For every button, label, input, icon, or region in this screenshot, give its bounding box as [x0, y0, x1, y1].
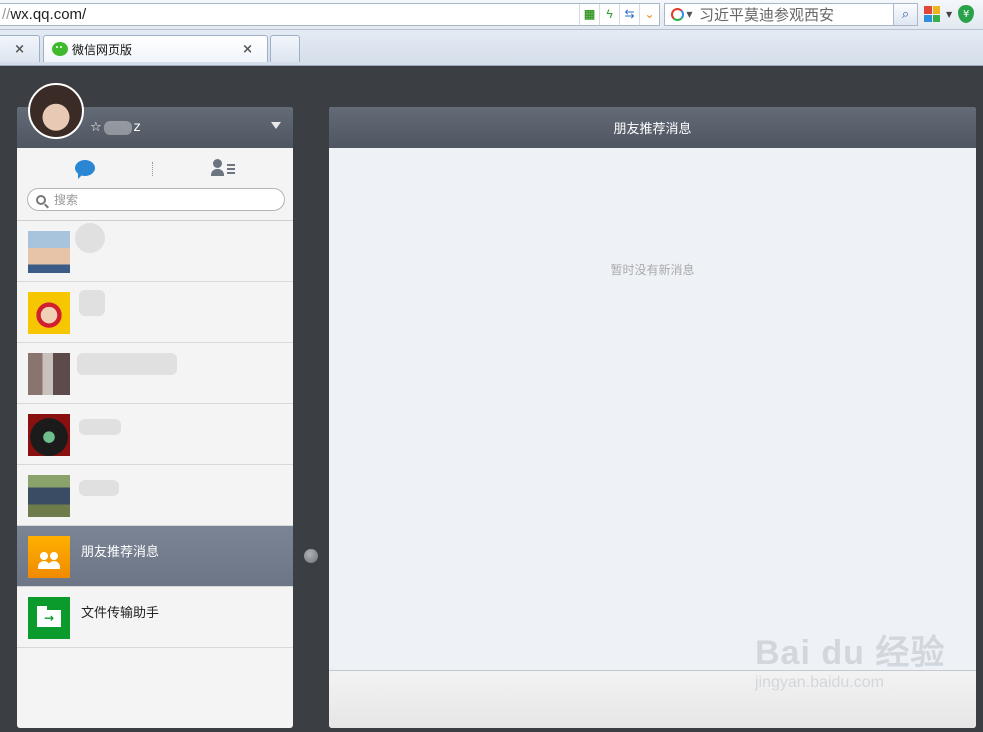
search-engine-selector[interactable]: ▼ [665, 8, 699, 21]
chat-name: 朋友推荐消息 [81, 545, 160, 560]
chat-item[interactable] [17, 221, 293, 282]
file-transfer-icon: → [28, 597, 70, 639]
lightning-icon[interactable]: ϟ [599, 4, 619, 25]
address-bar[interactable]: //wx.qq.com/ ▦ ϟ ⇆ ⌄ [0, 3, 660, 26]
avatar [28, 475, 70, 517]
url-host: wx.qq.com/ [10, 6, 87, 23]
search-box[interactable]: ▼ 习近平莫迪参观西安 ⌕ [664, 3, 918, 26]
avatar [28, 231, 70, 273]
empty-state-text: 暂时没有新消息 [610, 263, 695, 277]
security-shield-icon[interactable]: ¥ [958, 5, 975, 23]
browser-toolbar: //wx.qq.com/ ▦ ϟ ⇆ ⌄ ▼ 习近平莫迪参观西安 ⌕ ▼ ¥ [0, 0, 983, 30]
caret-down-icon[interactable]: ▼ [946, 10, 952, 19]
tab-bar: × 微信网页版 × [0, 30, 983, 66]
conversation-footer [329, 670, 976, 728]
chat-item[interactable] [17, 343, 293, 404]
search-icon [36, 194, 46, 205]
chat-item[interactable] [17, 404, 293, 465]
chats-tab-icon[interactable] [75, 160, 95, 179]
collapse-handle[interactable] [304, 549, 318, 563]
chat-item[interactable] [17, 465, 293, 526]
tab-wechat[interactable]: 微信网页版 × [43, 35, 268, 62]
wechat-web-page: ☆ z 搜索 朋友推荐消息 → 文件传输助手 朋友推荐消息 暂时没有新消息 [0, 67, 983, 732]
profile-name: ☆ z [90, 120, 141, 135]
tab-previous[interactable]: × [0, 35, 40, 62]
conversation-panel: 朋友推荐消息 暂时没有新消息 [329, 107, 976, 728]
menu-caret-icon[interactable] [271, 122, 281, 129]
wechat-icon [52, 42, 68, 56]
search-engine-icon [671, 8, 685, 21]
redacted-name [79, 419, 121, 435]
friends-icon [28, 536, 70, 578]
avatar [28, 353, 70, 395]
chat-item-friend-recommendations[interactable]: 朋友推荐消息 [17, 526, 293, 587]
chevron-down-icon[interactable]: ⌄ [639, 4, 659, 25]
contacts-tab-icon[interactable] [211, 159, 235, 177]
compat-mode-icon[interactable]: ⇆ [619, 4, 639, 25]
contact-search[interactable] [27, 188, 285, 211]
profile-avatar[interactable] [28, 83, 84, 139]
search-button[interactable]: ⌕ [893, 4, 917, 25]
redacted-name [79, 480, 119, 496]
chat-name: 文件传输助手 [81, 606, 160, 621]
redacted-name [75, 223, 105, 253]
panel-switcher [17, 148, 293, 188]
search-input[interactable] [54, 192, 254, 207]
new-tab-button[interactable] [270, 35, 300, 62]
redacted-name [79, 290, 105, 316]
tab-title: 微信网页版 [72, 42, 133, 57]
chat-item[interactable] [17, 282, 293, 343]
sidebar: ☆ z 搜索 朋友推荐消息 → 文件传输助手 [17, 107, 293, 728]
chat-list: 朋友推荐消息 → 文件传输助手 [17, 220, 293, 648]
redacted-name [77, 353, 177, 375]
apps-grid-icon[interactable] [924, 6, 940, 22]
caret-down-icon: ▼ [686, 10, 693, 19]
avatar [28, 414, 70, 456]
conversation-title: 朋友推荐消息 [329, 107, 976, 148]
divider [152, 162, 153, 176]
qr-code-icon[interactable]: ▦ [579, 4, 599, 25]
avatar [28, 292, 70, 334]
close-icon[interactable]: × [14, 42, 25, 57]
close-icon[interactable]: × [242, 42, 253, 57]
search-text[interactable]: 习近平莫迪参观西安 [699, 4, 893, 25]
chat-item-file-transfer[interactable]: → 文件传输助手 [17, 587, 293, 648]
redacted-text [103, 120, 132, 135]
